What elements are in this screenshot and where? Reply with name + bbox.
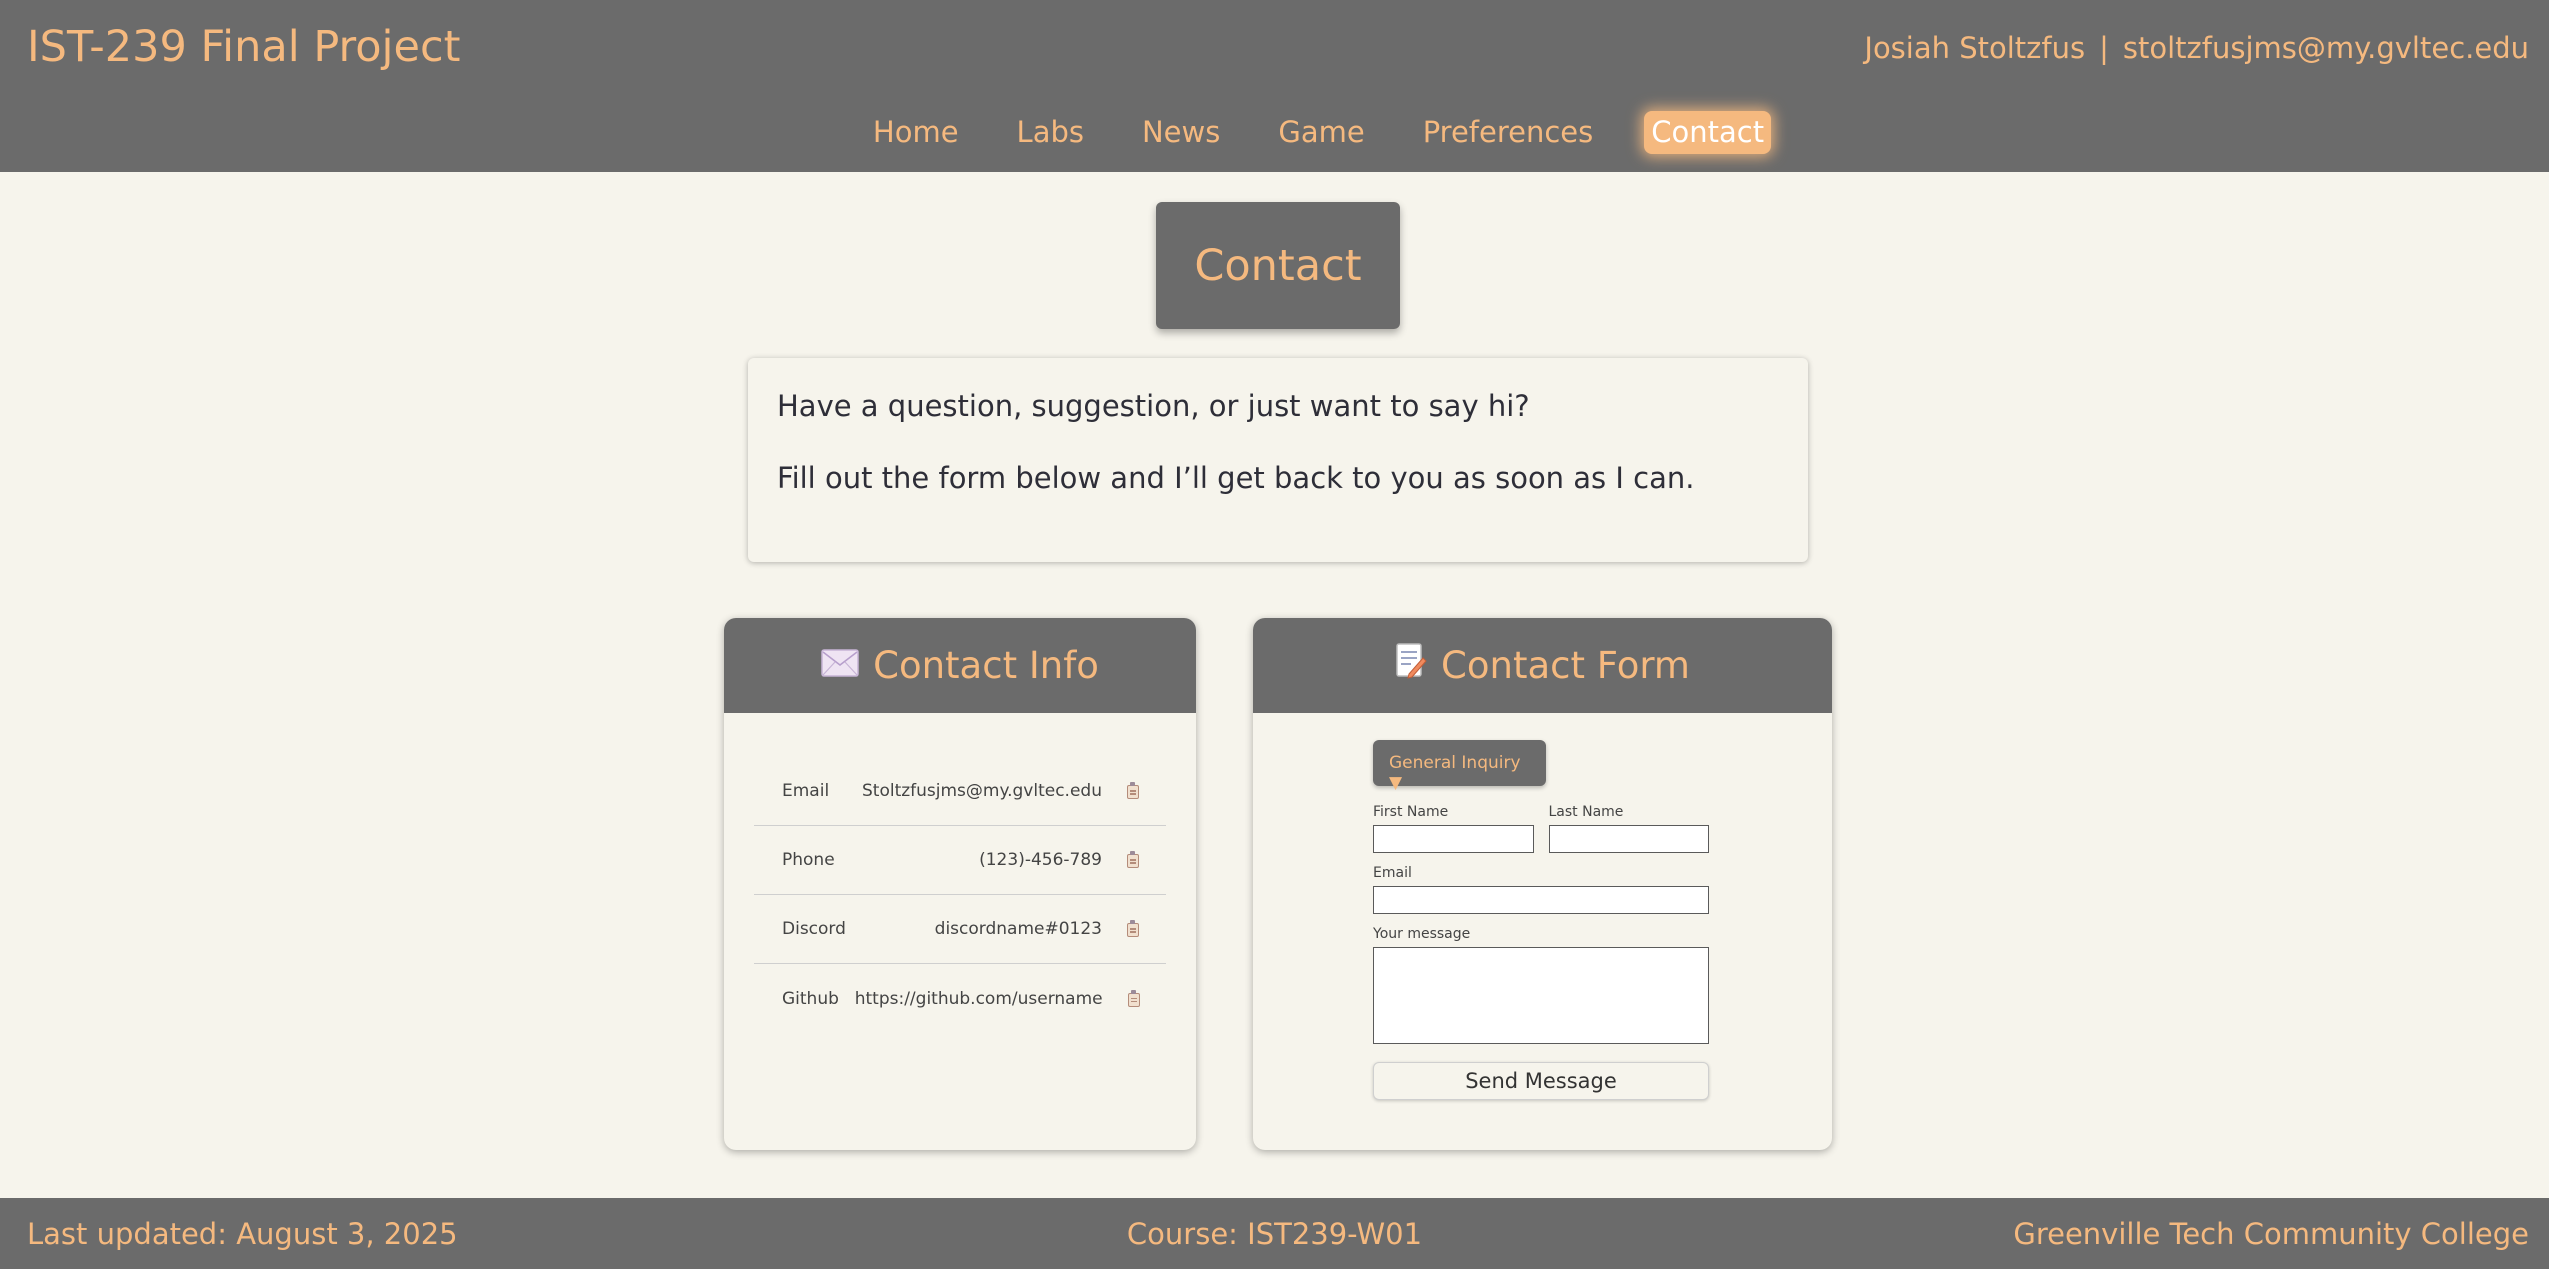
message-group: Your message — [1373, 926, 1709, 1048]
nav-contact[interactable]: Contact — [1644, 111, 1772, 154]
author-name: Josiah Stoltzfus — [1864, 31, 2086, 65]
info-row-email: Email Stoltzfusjms@my.gvltec.edu — [754, 757, 1166, 826]
email-input[interactable] — [1373, 886, 1709, 914]
nav-home[interactable]: Home — [866, 111, 966, 154]
email-label: Email — [1373, 865, 1412, 881]
site-title: IST-239 Final Project — [27, 22, 461, 72]
clipboard-icon[interactable] — [1126, 851, 1140, 868]
info-value: discordname#0123 — [934, 919, 1102, 939]
site-header: IST-239 Final Project Josiah Stoltzfus | s… — [0, 0, 2549, 172]
first-name-label: First Name — [1373, 804, 1449, 820]
clipboard-icon[interactable] — [1126, 920, 1140, 937]
contact-form-card: Contact Form General Inquiry ▼ First Nam… — [1253, 618, 1832, 1150]
author-separator: | — [2099, 31, 2109, 65]
info-value: https://github.com/username — [854, 988, 1103, 1009]
last-name-label: Last Name — [1548, 804, 1624, 820]
info-row-phone: Phone (123)-456-789 — [754, 826, 1166, 895]
main-nav: Home Labs News Game Preferences Contact — [0, 111, 2549, 154]
intro-box: Have a question, suggestion, or just wan… — [748, 358, 1808, 562]
clipboard-icon[interactable] — [1127, 989, 1140, 1007]
info-label: Discord — [782, 919, 846, 939]
email-group: Email — [1373, 865, 1709, 914]
page-title-box: Contact — [1156, 202, 1400, 329]
nav-preferences[interactable]: Preferences — [1416, 111, 1601, 154]
info-value: (123)-456-789 — [979, 850, 1102, 870]
info-row-discord: Discord discordname#0123 — [754, 895, 1166, 964]
last-name-input[interactable] — [1548, 825, 1709, 853]
nav-labs[interactable]: Labs — [1010, 111, 1091, 154]
contact-form-header: Contact Form — [1253, 618, 1832, 713]
nav-news[interactable]: News — [1135, 111, 1227, 154]
info-value: Stoltzfusjms@my.gvltec.edu — [861, 781, 1102, 801]
contact-info-list: Email Stoltzfusjms@my.gvltec.edu Phone (… — [724, 713, 1196, 1033]
info-label: Email — [782, 781, 830, 801]
send-message-button[interactable]: Send Message — [1373, 1062, 1709, 1100]
first-name-group: First Name — [1373, 804, 1534, 853]
memo-icon — [1395, 642, 1427, 689]
author-info: Josiah Stoltzfus | stoltzfusjms@my.gvltec.… — [1864, 31, 2529, 65]
intro-line-1: Have a question, suggestion, or just wan… — [777, 389, 1530, 423]
site-footer: Course: IST239-W01 Last updated: August … — [0, 1198, 2549, 1269]
first-name-input[interactable] — [1373, 825, 1534, 853]
contact-form: General Inquiry ▼ First Name Last Name E… — [1373, 740, 1709, 1100]
contact-info-title: Contact Info — [873, 644, 1099, 687]
contact-form-title: Contact Form — [1441, 644, 1690, 687]
nav-game[interactable]: Game — [1271, 111, 1371, 154]
footer-school: Greenville Tech Community College — [2013, 1217, 2529, 1251]
inquiry-type-dropdown[interactable]: General Inquiry ▼ — [1373, 740, 1546, 793]
info-label: Github — [782, 988, 839, 1009]
author-email: stoltzfusjms@my.gvltec.edu — [2122, 31, 2529, 65]
last-name-group: Last Name — [1548, 804, 1709, 853]
name-row: First Name Last Name — [1373, 804, 1709, 853]
message-label: Your message — [1373, 926, 1471, 942]
contact-info-header: Contact Info — [724, 618, 1196, 713]
intro-line-2: Fill out the form below and I’ll get bac… — [777, 461, 1695, 496]
clipboard-icon[interactable] — [1126, 782, 1140, 799]
page-title: Contact — [1194, 240, 1362, 291]
info-label: Phone — [782, 850, 835, 870]
info-row-github: Github https://github.com/username — [754, 964, 1166, 1033]
footer-last-updated: Last updated: August 3, 2025 — [27, 1217, 458, 1251]
envelope-icon — [821, 646, 859, 686]
contact-info-card: Contact Info Email Stoltzfusjms@my.gvlte… — [724, 618, 1196, 1150]
message-textarea[interactable] — [1373, 947, 1709, 1044]
